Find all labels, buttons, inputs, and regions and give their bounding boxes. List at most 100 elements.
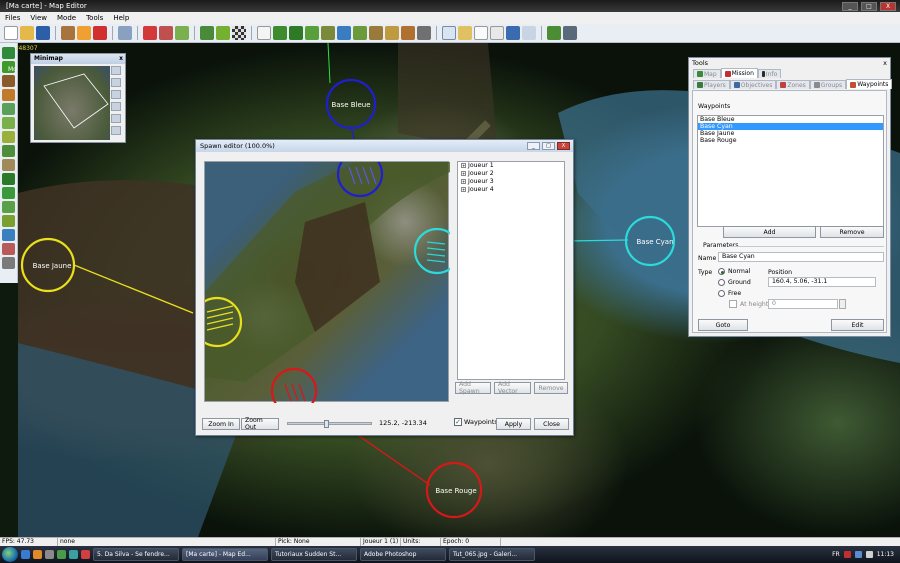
zoom-in-icon[interactable] [111,66,121,75]
remove-waypoint-button[interactable]: Remove [820,226,884,238]
tree-item-joueur-4[interactable]: + Joueur 4 [458,186,564,194]
network-icon[interactable] [854,551,862,558]
forest-icon[interactable] [2,173,15,185]
plant-icon[interactable] [2,201,15,213]
table-icon[interactable] [442,26,456,40]
tree-icon[interactable] [2,187,15,199]
terrain-icon[interactable] [111,114,121,123]
crop-icon[interactable] [2,215,15,227]
language-indicator[interactable]: FR [832,551,840,558]
clock[interactable]: 11:13 [877,551,894,558]
menu-files[interactable]: Files [0,14,25,22]
spawn-minimize-button[interactable]: _ [527,142,540,150]
no-entry-icon[interactable] [143,26,157,40]
tab-map[interactable]: Map [693,69,721,78]
task-item-music[interactable]: 5. Da Silva - Se fendre... [93,548,179,561]
soldier-icon[interactable] [2,257,15,269]
tools-close-button[interactable]: x [883,58,890,68]
rock-icon[interactable] [321,26,335,40]
camera-icon[interactable] [417,26,431,40]
terrain-icon[interactable] [200,26,214,40]
document-icon[interactable] [474,26,488,40]
close-spawn-button[interactable]: Close [534,418,569,430]
texture-icon[interactable] [2,117,15,129]
forest-icon[interactable] [289,26,303,40]
zoom-slider[interactable] [287,420,372,428]
map-mode-icon[interactable] [111,90,121,99]
cursor-icon[interactable] [522,26,536,40]
volume-icon[interactable] [865,551,873,558]
grass-icon[interactable] [216,26,230,40]
menu-view[interactable]: View [25,14,52,22]
road-icon[interactable] [2,159,15,171]
spawn-close-button[interactable]: X [557,142,570,150]
tree-icon[interactable] [273,26,287,40]
fire-icon[interactable] [111,126,121,135]
building-icon[interactable] [401,26,415,40]
brush-icon[interactable] [2,75,15,87]
tab-players[interactable]: Players [693,80,730,89]
menu-mode[interactable]: Mode [52,14,81,22]
media-icon[interactable] [57,550,66,559]
open-folder-icon[interactable] [20,26,34,40]
tab-mission[interactable]: Mission [720,68,758,78]
bush-icon[interactable] [305,26,319,40]
edit-button[interactable]: Edit [831,319,884,331]
person-icon[interactable] [2,243,15,255]
apply-button[interactable]: Apply [496,418,531,430]
zoom-out-icon[interactable] [111,78,121,87]
import-icon[interactable] [61,26,75,40]
at-height-field[interactable]: 0 [768,299,838,309]
task-item-tutoriaux[interactable]: Tutoriaux Sudden St... [271,548,357,561]
tab-groups[interactable]: Groups [809,80,847,89]
tab-objectives[interactable]: Objectives [729,80,777,89]
list-item[interactable]: Base Bleue [698,116,883,123]
house-icon[interactable] [2,89,15,101]
water-icon[interactable] [337,26,351,40]
paint-icon[interactable] [77,26,91,40]
checker-icon[interactable] [232,26,246,40]
task-item-map-editor[interactable]: [Ma carte] - Map Ed... [182,548,268,561]
minimize-button[interactable]: _ [842,1,858,11]
waypoint-list[interactable]: Base Bleue Base Cyan Base Jaune Base Rou… [697,115,884,227]
remove-spawn-button[interactable]: Remove [534,382,568,394]
add-vector-button[interactable]: Add Vector [494,381,531,395]
type-free-radio[interactable]: Free [718,290,741,297]
terrain-edit-icon[interactable] [547,26,561,40]
tree-item-joueur-1[interactable]: + Joueur 1 [458,162,564,170]
menu-help[interactable]: Help [108,14,134,22]
save-icon[interactable] [36,26,50,40]
at-height-checkbox[interactable]: At height [729,300,768,308]
road-icon[interactable] [353,26,367,40]
hand-icon[interactable] [506,26,520,40]
new-file-icon[interactable] [4,26,18,40]
close-button[interactable]: X [880,1,896,11]
spawn-maximize-button[interactable]: □ [542,142,555,150]
pointer-icon[interactable] [257,26,271,40]
bridge-icon[interactable] [369,26,383,40]
zoom-in-button[interactable]: Zoom In [202,418,240,430]
camera-icon[interactable] [111,102,121,111]
layer-icon[interactable] [2,47,15,59]
delete-icon[interactable] [93,26,107,40]
goto-button[interactable]: Goto [698,319,748,331]
minimap-close-button[interactable]: x [119,54,125,64]
type-ground-radio[interactable]: Ground [718,279,751,286]
zoom-slider-thumb[interactable] [324,420,329,428]
tab-info[interactable]: Info [757,69,782,78]
chart-icon[interactable] [458,26,472,40]
list-item[interactable]: Base Rouge [698,137,883,144]
type-normal-radio[interactable]: Normal [718,268,750,275]
globe-icon[interactable] [2,229,15,241]
task-item-photoshop[interactable]: Adobe Photoshop [360,548,446,561]
messenger-icon[interactable] [69,550,78,559]
wrench-icon[interactable] [563,26,577,40]
grass-icon[interactable] [2,145,15,157]
field-icon[interactable] [2,131,15,143]
zoom-out-button[interactable]: Zoom Out [241,417,279,431]
tree-item-joueur-2[interactable]: + Joueur 2 [458,170,564,178]
task-item-gallery[interactable]: Tut_065.jpg - Galeri... [449,548,535,561]
firefox-icon[interactable] [33,550,42,559]
tab-zones[interactable]: Zones [776,80,810,89]
undo-icon[interactable] [118,26,132,40]
